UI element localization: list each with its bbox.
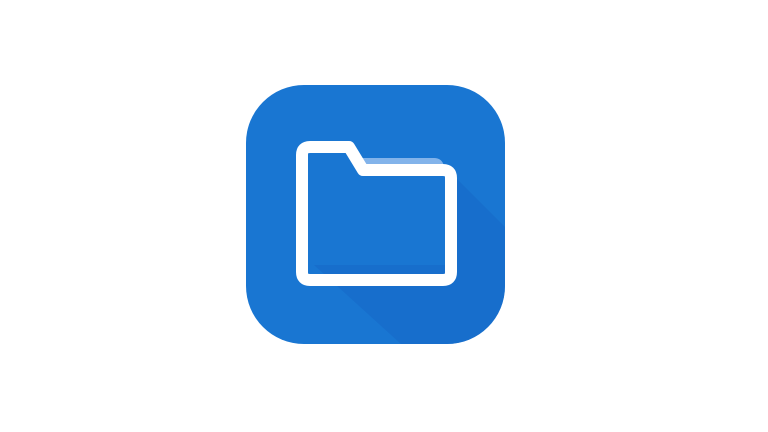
folder-outline xyxy=(296,141,457,286)
file-manager-app-icon[interactable] xyxy=(246,85,505,344)
canvas xyxy=(0,0,768,432)
folder-long-shadow xyxy=(314,173,505,344)
folder-icon xyxy=(296,141,505,344)
